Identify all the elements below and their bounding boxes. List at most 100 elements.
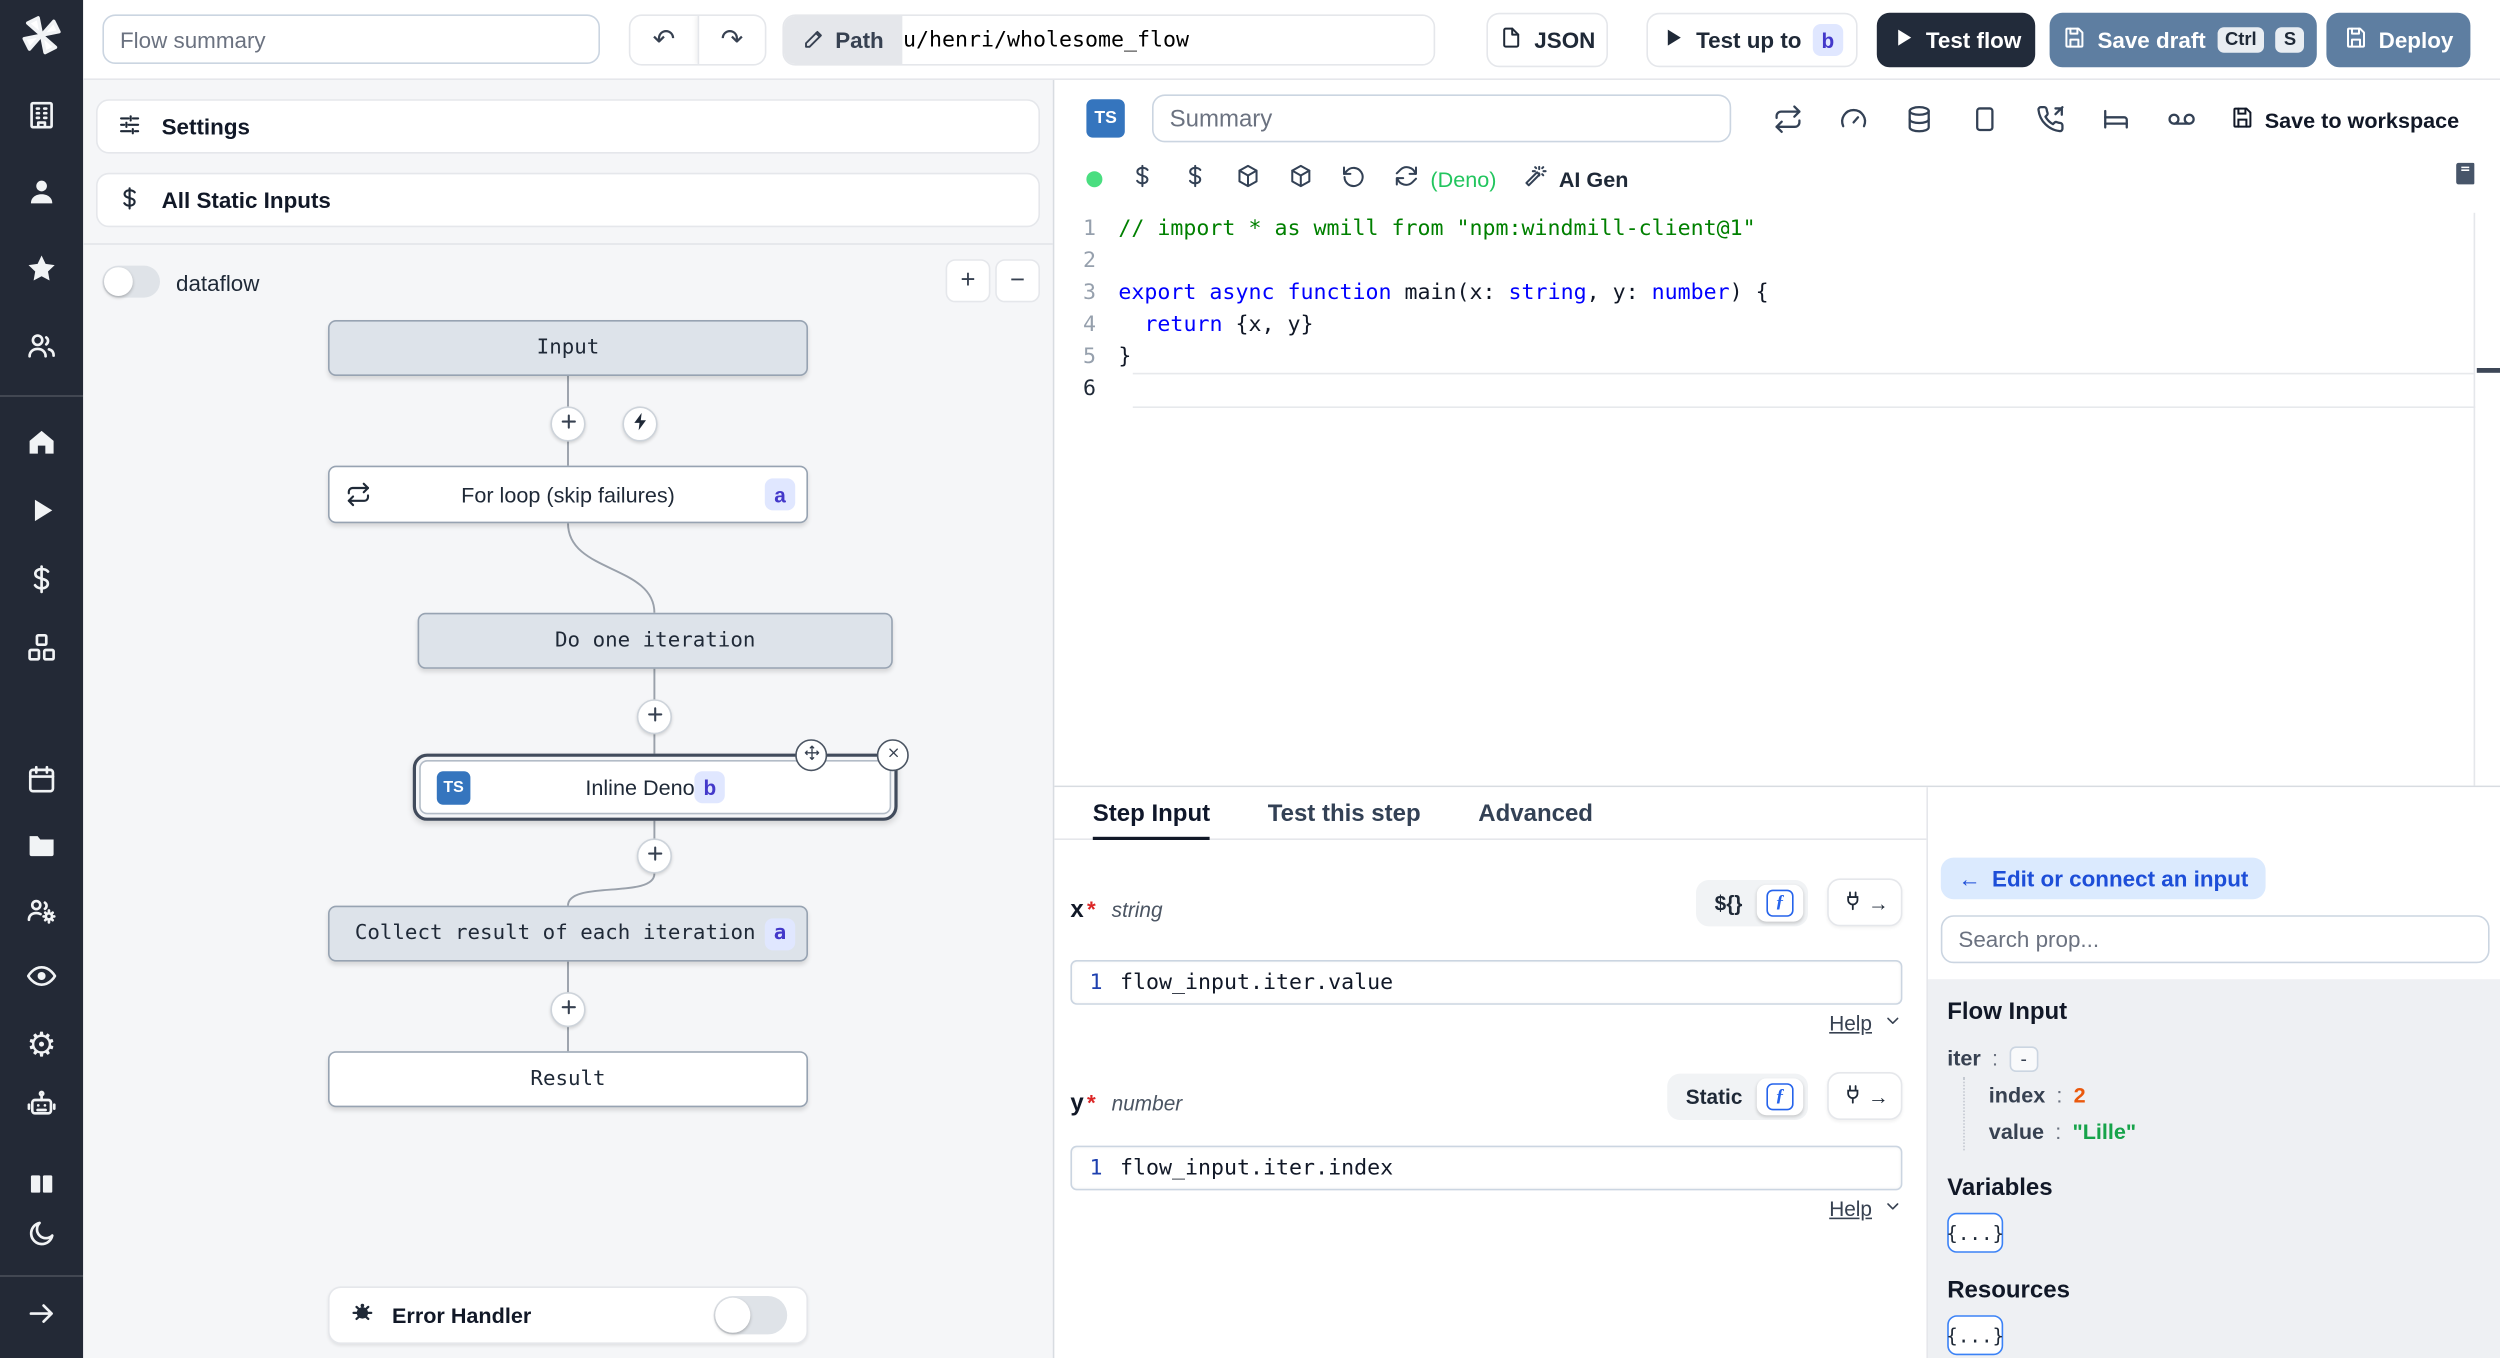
sidebar-ai[interactable] (19, 1088, 64, 1126)
flow-graph-panel: Settings All Static Inputs dataflow + − (83, 80, 1055, 1358)
sidebar-variables[interactable] (19, 563, 64, 601)
collapse-button[interactable]: - (2009, 1045, 2039, 1072)
code-line[interactable]: 3 export async function main(x: string, y… (1054, 277, 2500, 309)
plus-icon (558, 997, 579, 1023)
sidebar-settings[interactable]: ⚙ (19, 1026, 64, 1064)
add-trigger-button[interactable] (622, 406, 658, 442)
edit-or-connect-button[interactable]: ← Edit or connect an input (1940, 857, 2266, 900)
sidebar-resources[interactable] (19, 632, 64, 670)
connect-input-button[interactable]: → (1827, 878, 1903, 927)
tab-step-input[interactable]: Step Input (1092, 787, 1211, 841)
resources-object-button[interactable]: {...} (1946, 1315, 2004, 1356)
sidebar-runs[interactable] (19, 494, 64, 532)
node-inline-deno-selected[interactable]: TS Inline Deno b (412, 739, 909, 821)
code-editor[interactable]: 1// import * as wmill from "npm:windmill… (1054, 213, 2500, 786)
typescript-icon: TS (436, 770, 471, 804)
package-icon[interactable] (1235, 162, 1261, 196)
tab-advanced[interactable]: Advanced (1478, 787, 1593, 838)
add-step-button[interactable] (636, 838, 672, 874)
sidebar-favorites[interactable] (19, 253, 64, 291)
field-y-help[interactable]: Help (1829, 1197, 1902, 1221)
add-step-button[interactable] (550, 992, 586, 1028)
deploy-button[interactable]: Deploy (2326, 12, 2471, 68)
dollar-icon[interactable] (1182, 162, 1208, 196)
sidebar-dark-mode[interactable] (19, 1218, 64, 1256)
node-do-one-iteration[interactable]: Do one iteration (417, 612, 893, 669)
app-sidebar: ⚙ (0, 0, 84, 1358)
save-draft-button[interactable]: Save draft Ctrl S (2049, 12, 2317, 68)
sidebar-user[interactable] (19, 176, 64, 214)
sidebar-audit-logs[interactable] (19, 960, 64, 998)
code-line[interactable]: 2 (1054, 245, 2500, 277)
sidebar-schedules[interactable] (19, 763, 64, 801)
package-icon[interactable] (1288, 162, 1314, 196)
deno-runtime-label[interactable]: (Deno) (1430, 167, 1496, 191)
node-collect-result[interactable]: Collect result of each iteration a (328, 905, 808, 962)
refresh-icon[interactable] (1394, 162, 1420, 196)
node-input[interactable]: Input (328, 320, 808, 376)
play-icon (1891, 26, 1915, 55)
dollar-icon[interactable] (1130, 162, 1156, 196)
sidebar-workers[interactable] (19, 894, 64, 932)
gauge-icon[interactable] (1838, 104, 1868, 142)
code-line[interactable]: 1// import * as wmill from "npm:windmill… (1054, 213, 2500, 245)
node-badge: a (764, 917, 796, 950)
sidebar-folders[interactable] (19, 829, 64, 867)
undo-icon: ↶ (652, 24, 676, 55)
add-step-button[interactable] (550, 406, 586, 442)
documentation-book-icon[interactable] (2453, 160, 2480, 195)
sidebar-groups[interactable] (19, 330, 64, 368)
phone-incoming-icon[interactable] (2035, 104, 2065, 142)
path-label[interactable]: Path (784, 16, 903, 64)
sidebar-workspace[interactable] (19, 99, 64, 137)
save-to-workspace-button[interactable]: Save to workspace (2231, 106, 2459, 135)
flow-summary-input[interactable] (102, 14, 601, 64)
sidebar-home[interactable] (19, 426, 64, 464)
test-up-to-button[interactable]: Test up to b (1646, 12, 1858, 68)
field-x-help[interactable]: Help (1829, 1011, 1902, 1035)
sidebar-expand[interactable] (19, 1298, 64, 1336)
connect-input-button[interactable]: → (1827, 1072, 1903, 1120)
json-button[interactable]: JSON (1486, 12, 1608, 68)
arrow-right-icon: → (1868, 890, 1889, 915)
mode-template-option[interactable]: ${} (1700, 890, 1757, 914)
undo-button[interactable]: ↶ (630, 16, 697, 64)
move-node-button[interactable] (795, 739, 828, 772)
mode-static-option[interactable]: Static (1671, 1084, 1756, 1108)
repeat-icon[interactable] (1773, 104, 1803, 142)
delete-node-button[interactable] (876, 739, 909, 772)
node-result[interactable]: Result (328, 1051, 808, 1108)
redo-button[interactable]: ↷ (697, 16, 765, 64)
node-for-loop[interactable]: For loop (skip failures) a (328, 465, 808, 524)
rotate-ccw-icon[interactable] (1341, 162, 1367, 196)
search-prop-input[interactable] (1940, 915, 2490, 964)
tree-row-iter[interactable]: iter : - (1947, 1040, 2481, 1077)
add-step-button[interactable] (636, 699, 672, 735)
tree-row-index[interactable]: index : 2 (1989, 1077, 2482, 1114)
dollar-icon (26, 562, 58, 602)
code-line[interactable]: 6 (1054, 372, 2500, 409)
path-input[interactable] (902, 16, 1434, 64)
test-flow-button[interactable]: Test flow (1876, 12, 2036, 68)
code-line[interactable]: 5} (1054, 341, 2500, 373)
error-handler-toggle[interactable] (713, 1296, 788, 1335)
mode-javascript-option[interactable]: ƒ (1756, 1077, 1804, 1115)
sidebar-docs[interactable] (19, 1168, 64, 1206)
mode-javascript-option[interactable]: ƒ (1756, 884, 1804, 921)
function-icon: ƒ (1766, 1082, 1794, 1110)
voicemail-icon[interactable] (2166, 104, 2196, 142)
tree-row-value[interactable]: value : "Lille" (1989, 1114, 2482, 1151)
code-line[interactable]: 4 return {x, y} (1054, 309, 2500, 341)
field-y-expression[interactable]: 1 flow_input.iter.index (1070, 1145, 1903, 1191)
database-icon[interactable] (1904, 104, 1934, 142)
tab-test-this-step[interactable]: Test this step (1268, 787, 1421, 838)
field-x-expression[interactable]: 1 flow_input.iter.value (1070, 960, 1903, 1005)
plus-icon (644, 843, 665, 869)
windmill-logo-icon[interactable] (19, 16, 64, 55)
editor-scrollbar[interactable] (2473, 212, 2476, 786)
step-summary-input[interactable] (1152, 94, 1732, 143)
variables-object-button[interactable]: {...} (1946, 1212, 2004, 1253)
ai-gen-button[interactable]: AI Gen (1524, 164, 1628, 194)
smartphone-icon[interactable] (1970, 104, 2000, 142)
bed-icon[interactable] (2101, 104, 2131, 142)
